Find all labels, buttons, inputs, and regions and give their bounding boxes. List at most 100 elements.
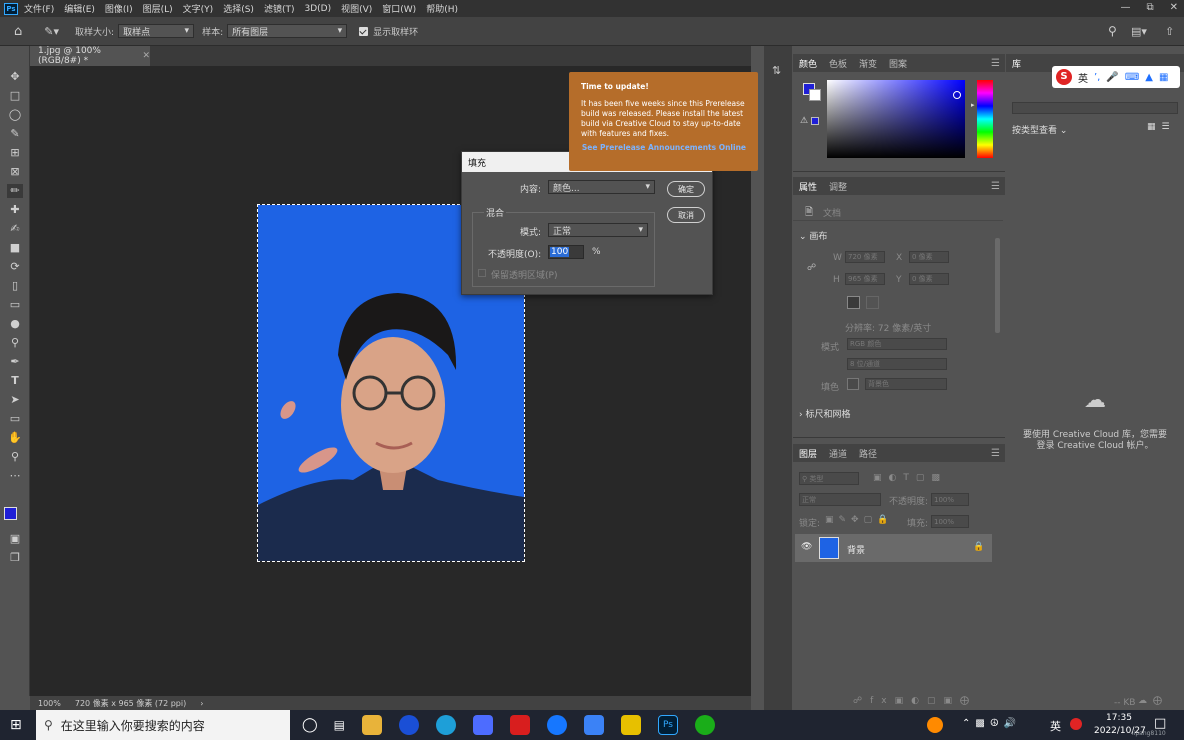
hue-slider-handle-icon[interactable]: ▸: [971, 101, 975, 109]
share-icon[interactable]: ⇧: [1165, 25, 1174, 38]
rectangle-tool-icon[interactable]: ▭: [7, 412, 23, 426]
show-ring-checkbox[interactable]: [359, 26, 369, 36]
menu-filter[interactable]: 滤镜(T): [264, 2, 295, 15]
move-tool-icon[interactable]: ✥: [7, 70, 23, 84]
tab-swatches[interactable]: 色板: [823, 57, 853, 70]
punctuation-icon[interactable]: ’,: [1094, 72, 1100, 83]
eyedropper-tool-icon[interactable]: ✏: [7, 184, 23, 198]
library-footer-icons[interactable]: ☁⨁: [1138, 696, 1168, 706]
pen-tool-icon[interactable]: ✒: [7, 355, 23, 369]
chevron-right-icon[interactable]: ›: [200, 699, 203, 708]
windows-start-icon[interactable]: ⊞: [10, 717, 22, 733]
fill-select[interactable]: 背景色: [865, 378, 947, 390]
lock-icons[interactable]: ▣✎✥▢🔒: [825, 515, 893, 525]
zoom-tool-icon[interactable]: ⚲: [7, 450, 23, 464]
panel-menu-icon[interactable]: ☰: [991, 58, 1000, 69]
color-mode-select[interactable]: RGB 颜色: [847, 338, 947, 350]
notification-icon[interactable]: □: [1154, 716, 1166, 731]
menu-file[interactable]: 文件(F): [24, 2, 54, 15]
color-bg-swatch[interactable]: [809, 89, 821, 101]
app-cloud-icon[interactable]: [584, 715, 605, 735]
widgets-icon[interactable]: ▤: [334, 718, 345, 732]
history-panel-icon[interactable]: ⇅: [772, 64, 781, 77]
blur-tool-icon[interactable]: ●: [7, 317, 23, 331]
preserve-transparency-checkbox[interactable]: [478, 269, 486, 277]
panel-menu-icon[interactable]: ☰: [991, 448, 1000, 459]
ime-lang[interactable]: 英: [1078, 70, 1088, 85]
path-select-tool-icon[interactable]: ➤: [7, 393, 23, 407]
wps-icon[interactable]: [510, 715, 531, 735]
notes-icon[interactable]: [473, 715, 494, 735]
layer-blend-mode-select[interactable]: 正常: [799, 493, 881, 506]
web-color-swatch[interactable]: [811, 117, 819, 125]
quick-select-tool-icon[interactable]: ✎: [7, 127, 23, 141]
skin-icon[interactable]: ▲: [1145, 72, 1153, 83]
grid-icon[interactable]: ▦: [1159, 72, 1168, 83]
portrait-orientation-icon[interactable]: [847, 296, 860, 309]
ok-button[interactable]: 确定: [667, 181, 705, 197]
gradient-tool-icon[interactable]: ▭: [7, 298, 23, 312]
task-view-icon[interactable]: ◯: [302, 717, 318, 733]
menu-help[interactable]: 帮助(H): [426, 2, 458, 15]
layer-opacity-field[interactable]: 100%: [931, 493, 969, 506]
height-field[interactable]: 965 像素: [845, 273, 885, 285]
gamut-warning-icon[interactable]: ⚠: [800, 116, 808, 126]
taskbar-search[interactable]: ⚲ 在这里输入你要搜索的内容: [36, 710, 290, 740]
tab-properties[interactable]: 属性: [793, 180, 823, 193]
frame-tool-icon[interactable]: ⊠: [7, 165, 23, 179]
menu-layer[interactable]: 图层(L): [143, 2, 173, 15]
dodge-tool-icon[interactable]: ⚲: [7, 336, 23, 350]
lock-icon[interactable]: 🔒: [973, 542, 984, 552]
x-field[interactable]: 0 像素: [909, 251, 949, 263]
view-mode-icons[interactable]: ▦☰: [1147, 122, 1176, 132]
content-select[interactable]: 颜色... ▾: [548, 180, 655, 194]
tab-channels[interactable]: 通道: [823, 447, 853, 460]
cancel-button[interactable]: 取消: [667, 207, 705, 223]
library-select[interactable]: [1012, 102, 1178, 114]
y-field[interactable]: 0 像素: [909, 273, 949, 285]
tab-layers[interactable]: 图层: [793, 447, 823, 460]
home-icon[interactable]: ⌂: [14, 24, 22, 39]
close-tab-icon[interactable]: ✕: [142, 51, 150, 61]
clock-time[interactable]: 17:35: [1106, 713, 1132, 723]
eyedropper-tool-icon[interactable]: ✎▾: [44, 25, 59, 38]
photoshop-taskbar-icon[interactable]: Ps: [658, 715, 679, 735]
history-brush-tool-icon[interactable]: ⟳: [7, 260, 23, 274]
microphone-icon[interactable]: 🎤: [1106, 72, 1118, 83]
workspace-icon[interactable]: ▤▾: [1131, 25, 1147, 38]
file-explorer-icon[interactable]: [362, 715, 383, 735]
fill-color-swatch[interactable]: [847, 378, 859, 390]
layer-filter-icons[interactable]: ▣◐T▢▩: [873, 473, 947, 483]
hand-tool-icon[interactable]: ✋: [7, 431, 23, 445]
properties-scrollbar[interactable]: [995, 238, 1000, 333]
sample-size-select[interactable]: 取样点 ▾: [118, 24, 195, 38]
tab-color[interactable]: 颜色: [793, 57, 823, 70]
opacity-input[interactable]: 100: [548, 245, 584, 259]
crop-tool-icon[interactable]: ⊞: [7, 146, 23, 160]
menu-edit[interactable]: 编辑(E): [64, 2, 95, 15]
document-tab[interactable]: 1.jpg @ 100%(RGB/8#) * ✕: [30, 46, 150, 66]
panel-menu-icon[interactable]: ☰: [991, 181, 1000, 192]
layer-footer-icons[interactable]: ☍fx▣◐▢▣⨁: [853, 696, 977, 706]
color-picker-field[interactable]: [827, 80, 965, 158]
menu-select[interactable]: 选择(S): [223, 2, 254, 15]
hue-slider[interactable]: [977, 80, 993, 158]
menu-view[interactable]: 视图(V): [341, 2, 372, 15]
wechat-icon[interactable]: [695, 715, 716, 735]
more-tools-icon[interactable]: ⋯: [7, 469, 23, 483]
update-link[interactable]: See Prerelease Announcements Online: [581, 143, 746, 152]
layer-row[interactable]: 👁 背景 🔒: [795, 534, 992, 562]
eraser-tool-icon[interactable]: ▯: [7, 279, 23, 293]
lasso-tool-icon[interactable]: ◯: [7, 108, 23, 122]
healing-brush-tool-icon[interactable]: ✚: [7, 203, 23, 217]
restore-icon[interactable]: ⧉: [1146, 2, 1153, 13]
menu-image[interactable]: 图像(I): [105, 2, 133, 15]
canvas-section-toggle[interactable]: ⌄ 画布: [799, 229, 827, 242]
app-arrow-icon[interactable]: [547, 715, 568, 735]
stamp-tool-icon[interactable]: ■: [7, 241, 23, 255]
search-icon[interactable]: ⚲: [1108, 24, 1117, 38]
link-icon[interactable]: ☍: [807, 263, 816, 273]
tray-icons[interactable]: ⌃▩☮🔊: [962, 718, 1021, 729]
zoom-level[interactable]: 100%: [38, 699, 61, 708]
rulers-section-toggle[interactable]: › 标尺和网格: [799, 407, 850, 420]
